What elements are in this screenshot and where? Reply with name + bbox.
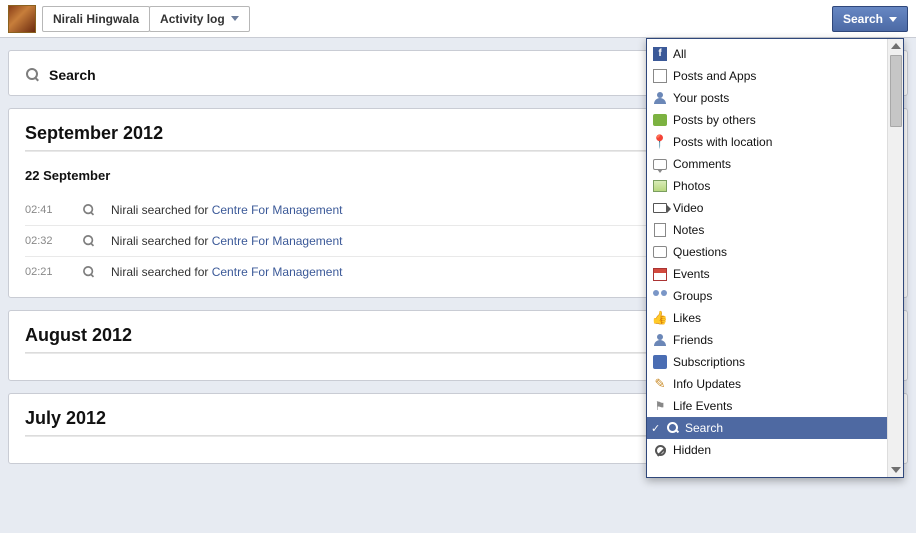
- like-icon: 👍: [652, 310, 668, 326]
- filter-option-photos[interactable]: Photos: [647, 175, 887, 197]
- filter-option-label: Life Events: [673, 399, 732, 413]
- filter-option-label: Friends: [673, 333, 713, 347]
- activity-prefix: Nirali searched for: [111, 265, 212, 279]
- filter-option-label: Subscriptions: [673, 355, 745, 369]
- filter-option-label: Groups: [673, 289, 712, 303]
- filter-option-events[interactable]: Events: [647, 263, 887, 285]
- filter-option-label: Posts by others: [673, 113, 756, 127]
- photo-icon: [652, 178, 668, 194]
- activity-prefix: Nirali searched for: [111, 203, 212, 217]
- profile-name-label: Nirali Hingwala: [53, 12, 139, 26]
- posts-by-others-icon: [652, 112, 668, 128]
- pencil-icon: ✎: [652, 376, 668, 392]
- filter-option-comments[interactable]: Comments: [647, 153, 887, 175]
- activity-link[interactable]: Centre For Management: [212, 265, 343, 279]
- person-icon: [652, 332, 668, 348]
- post-icon: [652, 68, 668, 84]
- filter-option-hidden[interactable]: Hidden: [647, 439, 887, 461]
- hidden-icon: [652, 442, 668, 458]
- filter-option-posts-by-others[interactable]: Posts by others: [647, 109, 887, 131]
- profile-name-button[interactable]: Nirali Hingwala: [42, 6, 150, 32]
- filter-option-posts-and-apps[interactable]: Posts and Apps: [647, 65, 887, 87]
- search-summary-title: Search: [49, 67, 96, 83]
- groups-icon: [652, 288, 668, 304]
- activity-text: Nirali searched for Centre For Managemen…: [111, 203, 342, 217]
- activity-text: Nirali searched for Centre For Managemen…: [111, 265, 342, 279]
- filter-option-label: Video: [673, 201, 703, 215]
- filter-option-video[interactable]: Video: [647, 197, 887, 219]
- flag-icon: ⚑: [652, 398, 668, 414]
- filter-option-label: Posts and Apps: [673, 69, 756, 83]
- profile-avatar[interactable]: [8, 5, 36, 33]
- facebook-icon: f: [652, 46, 668, 62]
- video-icon: [652, 200, 668, 216]
- filter-option-label: Info Updates: [673, 377, 741, 391]
- activity-time: 02:21: [25, 266, 81, 278]
- filter-option-subscriptions[interactable]: Subscriptions: [647, 351, 887, 373]
- activity-prefix: Nirali searched for: [111, 234, 212, 248]
- calendar-icon: [652, 266, 668, 282]
- activity-log-button[interactable]: Activity log: [149, 6, 250, 32]
- filter-option-life-events[interactable]: ⚑ Life Events: [647, 395, 887, 417]
- filter-option-posts-with-location[interactable]: 📍 Posts with location: [647, 131, 887, 153]
- activity-link[interactable]: Centre For Management: [212, 203, 343, 217]
- search-icon: [25, 67, 41, 83]
- search-icon: [82, 203, 96, 217]
- comment-icon: [652, 156, 668, 172]
- activity-time: 02:32: [25, 235, 81, 247]
- scroll-down-arrow-icon[interactable]: [891, 467, 901, 473]
- filter-option-label: Your posts: [673, 91, 729, 105]
- search-icon: [82, 234, 96, 248]
- filter-option-label: Comments: [673, 157, 731, 171]
- chevron-down-icon: [231, 16, 239, 21]
- filter-dropdown-list: f All Posts and Apps Your posts Posts by oth…: [647, 39, 887, 477]
- filter-dropdown-label: Search: [843, 12, 883, 26]
- activity-time: 02:41: [25, 204, 81, 216]
- rss-icon: [652, 354, 668, 370]
- filter-option-all[interactable]: f All: [647, 43, 887, 65]
- scroll-thumb[interactable]: [890, 55, 902, 127]
- filter-dropdown-button[interactable]: Search: [832, 6, 908, 32]
- filter-option-label: Likes: [673, 311, 701, 325]
- search-icon: [82, 265, 96, 279]
- filter-option-label: Questions: [673, 245, 727, 259]
- filter-option-likes[interactable]: 👍 Likes: [647, 307, 887, 329]
- filter-option-label: Posts with location: [673, 135, 772, 149]
- filter-option-label: Photos: [673, 179, 710, 193]
- note-icon: [652, 222, 668, 238]
- filter-dropdown-menu: f All Posts and Apps Your posts Posts by oth…: [646, 38, 904, 478]
- top-bar: Nirali Hingwala Activity log Search: [0, 0, 916, 38]
- filter-option-notes[interactable]: Notes: [647, 219, 887, 241]
- filter-option-questions[interactable]: Questions: [647, 241, 887, 263]
- filter-option-friends[interactable]: Friends: [647, 329, 887, 351]
- scroll-up-arrow-icon[interactable]: [891, 43, 901, 49]
- filter-option-your-posts[interactable]: Your posts: [647, 87, 887, 109]
- filter-option-label: Notes: [673, 223, 704, 237]
- location-pin-icon: 📍: [652, 134, 668, 150]
- search-icon: [665, 420, 681, 436]
- filter-option-label: All: [673, 47, 686, 61]
- filter-option-label: Hidden: [673, 443, 711, 457]
- question-icon: [652, 244, 668, 260]
- filter-option-search[interactable]: Search: [647, 417, 887, 439]
- filter-option-label: Events: [673, 267, 710, 281]
- chevron-down-icon: [889, 17, 897, 22]
- activity-log-label: Activity log: [160, 12, 225, 26]
- filter-option-info-updates[interactable]: ✎ Info Updates: [647, 373, 887, 395]
- activity-text: Nirali searched for Centre For Managemen…: [111, 234, 342, 248]
- activity-link[interactable]: Centre For Management: [212, 234, 343, 248]
- search-summary-left: Search: [25, 67, 96, 83]
- filter-option-label: Search: [685, 421, 723, 435]
- person-icon: [652, 90, 668, 106]
- scrollbar[interactable]: [887, 39, 903, 477]
- filter-option-groups[interactable]: Groups: [647, 285, 887, 307]
